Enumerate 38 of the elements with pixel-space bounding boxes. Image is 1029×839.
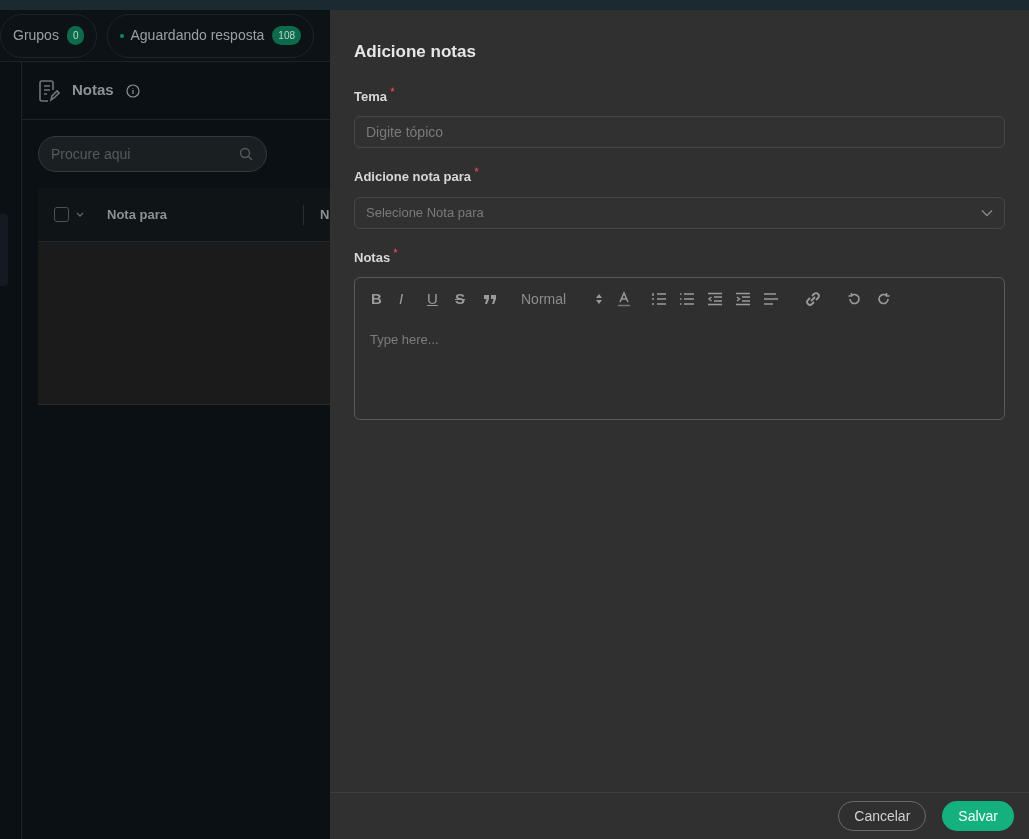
tab-label: Aguardando resposta <box>130 26 265 45</box>
format-button[interactable]: S <box>455 287 483 311</box>
indent-icon[interactable] <box>735 292 751 306</box>
tab-label: Grupos <box>13 26 59 45</box>
drawer-title: Adicione notas <box>354 41 477 63</box>
select-field[interactable]: Selecione Nota para <box>354 196 1005 229</box>
align-left-icon[interactable] <box>763 292 779 306</box>
chevron-down-icon <box>981 208 993 217</box>
search-icon[interactable] <box>239 147 253 161</box>
numbered-list-icon[interactable] <box>651 292 667 306</box>
link-icon[interactable] <box>805 291 821 307</box>
block-format-select[interactable]: Normal <box>521 288 595 310</box>
redo-icon[interactable] <box>877 292 891 306</box>
outdent-icon[interactable] <box>707 292 723 306</box>
field-label: Notas <box>354 248 391 267</box>
topic-field[interactable]: Digite tópico <box>354 116 1005 148</box>
format-button[interactable]: I <box>399 287 427 311</box>
rich-text-editor[interactable]: B I U S Normal Type here... <box>354 277 1005 420</box>
note-icon <box>38 78 60 103</box>
search-field[interactable]: Procure aqui <box>38 136 267 172</box>
quote-icon[interactable] <box>483 293 497 305</box>
save-button[interactable]: Salvar <box>942 801 1014 831</box>
format-button[interactable]: U <box>427 287 455 311</box>
bullet-list-icon[interactable] <box>679 292 695 306</box>
field-label: Adicione nota para <box>354 168 472 186</box>
column-header: N <box>320 205 330 224</box>
column-header: Nota para <box>107 205 168 224</box>
format-button[interactable]: B <box>371 287 399 311</box>
info-icon <box>125 83 140 98</box>
checkbox[interactable] <box>54 207 69 222</box>
sort-arrows-icon[interactable] <box>595 293 603 305</box>
count-badge: 108 <box>272 26 302 45</box>
panel-title: Notas <box>72 80 114 101</box>
count-badge: 0 <box>66 26 85 45</box>
undo-icon[interactable] <box>847 292 861 306</box>
text-color-icon[interactable] <box>617 291 631 307</box>
chevron-down-icon[interactable] <box>75 210 85 219</box>
field-label: Tema <box>354 87 387 106</box>
